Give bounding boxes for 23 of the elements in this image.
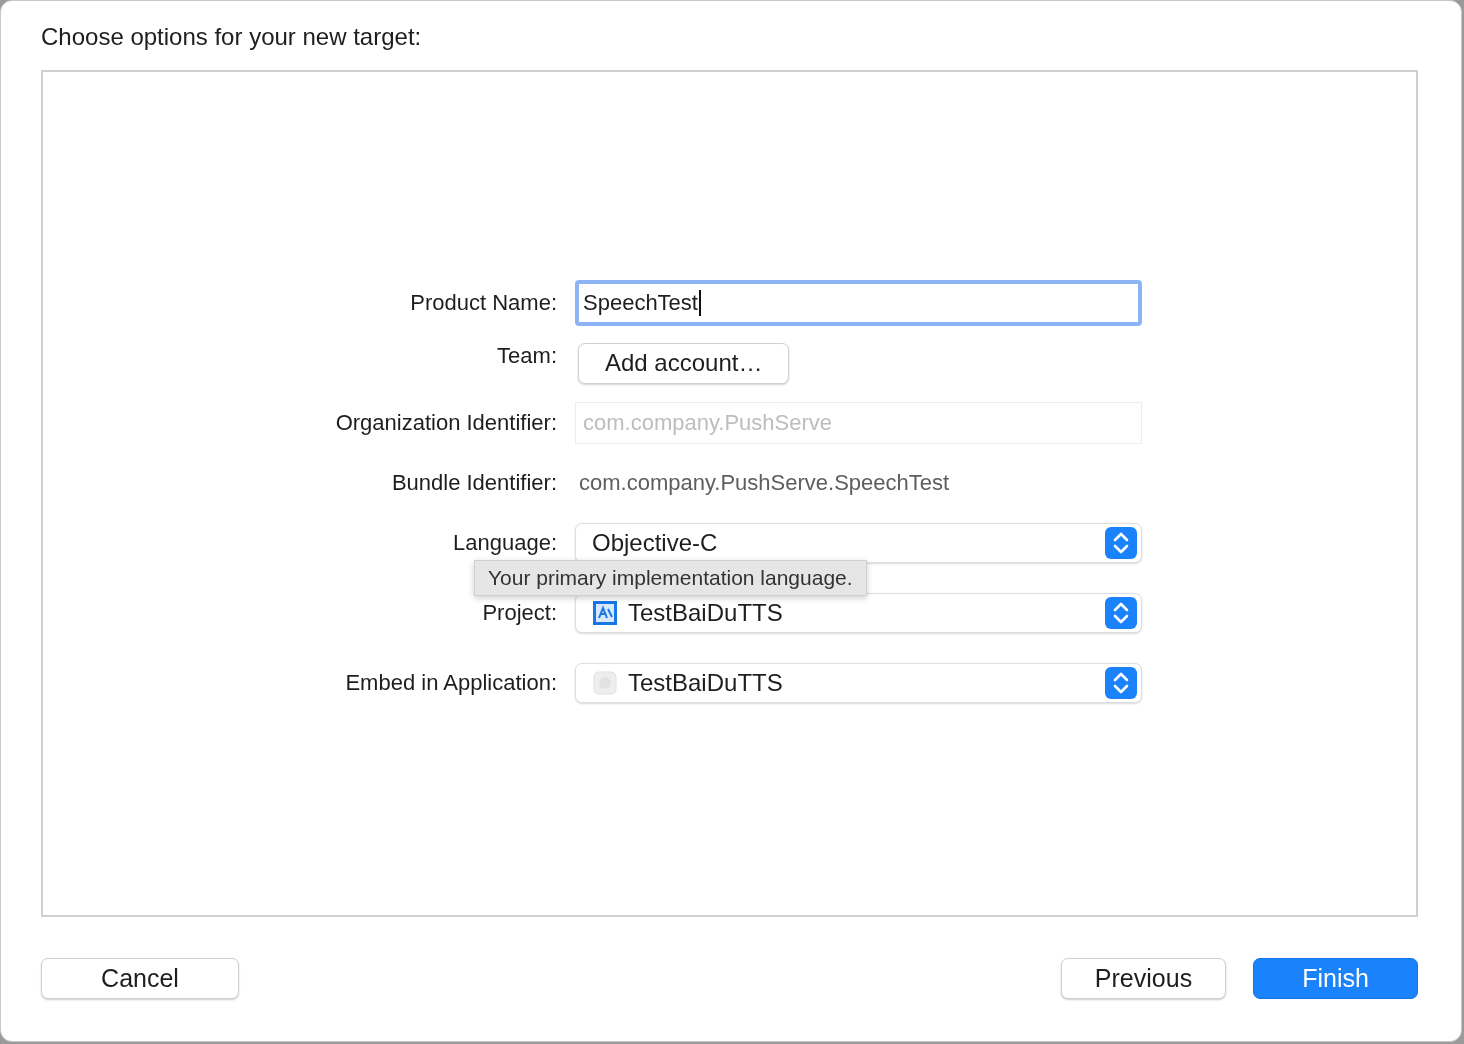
tooltip: Your primary implementation language. [474,560,867,596]
window-title: Choose options for your new target: [41,23,422,51]
field-value: com.company.PushServe.SpeechTest [578,470,950,496]
add-account-button[interactable]: Add account… [578,342,790,384]
project-file-icon [592,600,618,626]
text-field[interactable]: SpeechTest [575,280,1142,326]
stepper-icon[interactable] [1104,527,1138,559]
field-label: Organization Identifier: [335,410,557,436]
stepper-icon[interactable] [1104,667,1138,699]
field-label: Bundle Identifier: [391,470,557,496]
app-icon [592,670,618,696]
popup-menu[interactable]: TestBaiDuTTS [575,593,1142,633]
finish-button[interactable]: Finish [1253,958,1418,999]
field-label: Language: [453,530,557,556]
field-label: Product Name: [410,290,557,316]
popup-menu[interactable]: Objective-C [575,523,1142,563]
stepper-icon[interactable] [1104,597,1138,629]
field-label: Team: [497,343,557,369]
popup-menu[interactable]: TestBaiDuTTS [575,663,1142,703]
dialog-button[interactable]: Previous [1061,958,1226,999]
field-label: Embed in Application: [345,670,557,696]
field-label: Project: [482,600,557,626]
dialog-button[interactable]: Cancel [41,958,239,999]
